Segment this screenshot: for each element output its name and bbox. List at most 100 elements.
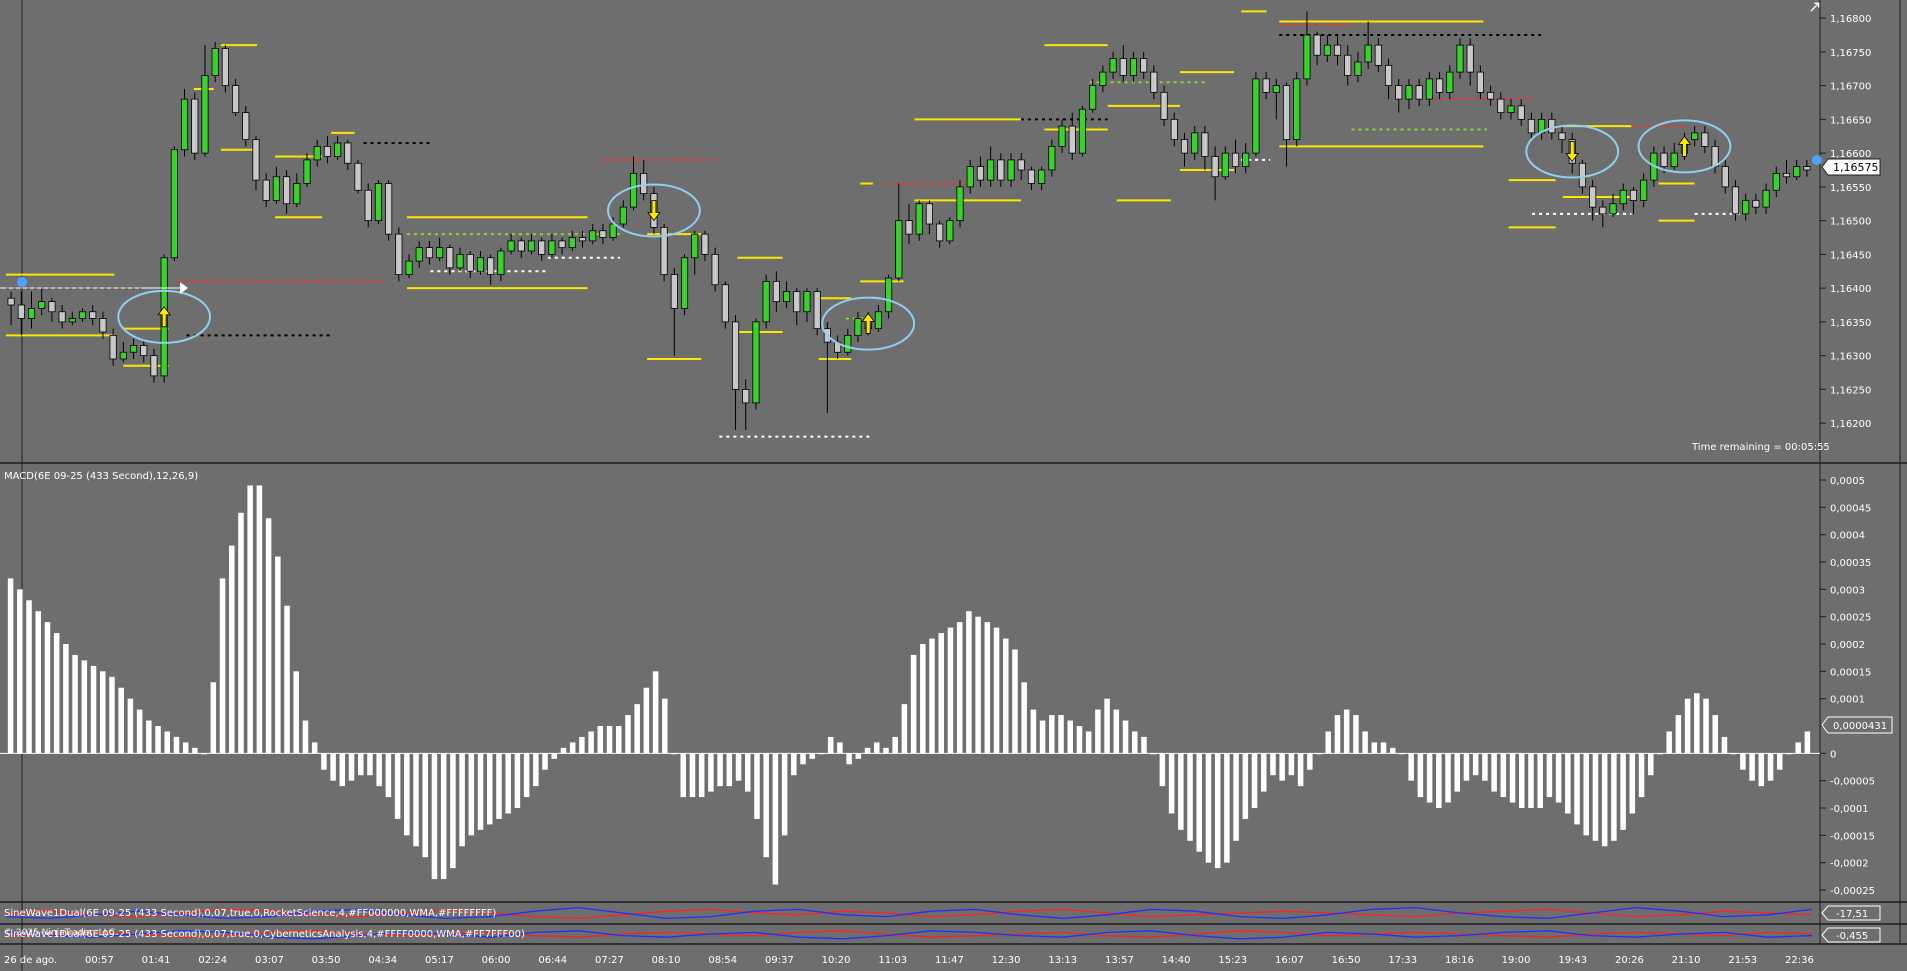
macd-bar — [311, 742, 318, 754]
macd-bar — [440, 753, 447, 880]
macd-tick-label: 0,0003 — [1830, 585, 1865, 596]
candle-body — [89, 311, 97, 319]
candle-body — [731, 321, 740, 390]
candle-body — [558, 240, 566, 249]
ninjatrader-chart-window[interactable]: 1,16800 1,16750 1,16700 1,16650 1,16600 1,165… — [0, 0, 1907, 971]
candle-body — [323, 145, 331, 157]
candle-body — [1762, 189, 1770, 208]
time-tick-label: 06:44 — [538, 955, 567, 966]
candle-body — [680, 257, 689, 309]
macd-bar — [431, 753, 438, 880]
macd-bar — [293, 671, 300, 754]
sine1-value-label: -17,51 — [1836, 909, 1868, 920]
macd-bar — [569, 742, 576, 754]
candle-body — [1384, 64, 1393, 87]
price-tick-label: 1,16200 — [1830, 419, 1871, 430]
time-tick-label: 17:33 — [1388, 955, 1417, 966]
candle-body — [762, 280, 770, 323]
candle-body — [150, 355, 158, 377]
macd-bar — [477, 753, 484, 830]
time-tick-label: 06:00 — [482, 955, 511, 966]
macd-bar — [615, 726, 622, 754]
candle-body — [466, 253, 474, 272]
candle-body — [1140, 58, 1148, 73]
macd-bar — [321, 753, 327, 770]
macd-bar — [1095, 709, 1101, 754]
candle-body — [1793, 166, 1801, 178]
sine1-value-marker: -17,51 — [1821, 905, 1881, 921]
candle-body — [1160, 91, 1168, 120]
candle-body — [527, 240, 536, 252]
candle-body — [201, 75, 209, 154]
macd-tick-label: 0,0001 — [1830, 695, 1865, 706]
macd-bar — [1500, 753, 1507, 798]
candle-body — [599, 230, 607, 238]
macd-bar — [763, 753, 769, 858]
macd-bar — [422, 753, 429, 858]
candle-body — [354, 162, 362, 191]
macd-bar — [883, 747, 889, 754]
candle-body — [78, 311, 87, 319]
candle-body — [782, 291, 791, 303]
candle-body — [670, 274, 678, 309]
candle-body — [415, 247, 423, 262]
macd-bar — [1408, 753, 1414, 781]
macd-tick-label: -0,00025 — [1830, 886, 1875, 897]
macd-tick-label: -0,00005 — [1830, 777, 1875, 788]
time-tick-label: 20:26 — [1615, 955, 1644, 966]
macd-bar — [99, 671, 106, 754]
candle-body — [660, 226, 668, 276]
macd-bar — [302, 720, 309, 754]
candle-body — [1333, 44, 1342, 56]
macd-bar — [1104, 698, 1110, 754]
candle-body — [476, 257, 485, 272]
candle-body — [1548, 118, 1556, 134]
macd-bar — [855, 753, 862, 759]
time-tick-label: 01:41 — [142, 955, 171, 966]
candle-body — [1415, 85, 1423, 100]
macd-bar — [1279, 753, 1285, 781]
candle-body — [497, 250, 505, 276]
candle-body — [1211, 156, 1219, 178]
macd-bar — [44, 622, 51, 754]
candle-body — [976, 166, 984, 181]
macd-bar — [1436, 753, 1442, 808]
candle-body — [1048, 145, 1056, 171]
macd-bar — [155, 726, 161, 754]
macd-bar — [468, 753, 475, 836]
macd-bar — [1795, 742, 1801, 754]
candle-body — [1272, 85, 1280, 93]
macd-bar — [90, 665, 97, 754]
macd-bar — [505, 753, 511, 814]
macd-bar — [1131, 731, 1138, 754]
candle-body — [1517, 105, 1525, 120]
macd-bar — [993, 627, 1000, 754]
macd-bar — [680, 753, 687, 798]
candle-body — [946, 220, 954, 242]
macd-bar — [726, 753, 733, 787]
macd-bar — [1776, 753, 1783, 770]
macd-bar — [1574, 753, 1580, 825]
macd-bar — [1546, 753, 1553, 798]
candle-body — [58, 311, 66, 323]
candle-body — [1731, 186, 1740, 215]
macd-bar — [1601, 753, 1608, 847]
candle-body — [293, 183, 301, 205]
candle-body — [374, 183, 382, 222]
candle-body — [691, 233, 699, 259]
candle-body — [334, 142, 342, 157]
candle-body — [313, 145, 321, 161]
macd-bar — [1417, 753, 1424, 798]
candle-body — [1323, 44, 1331, 56]
macd-bar — [35, 611, 42, 754]
macd-bar — [1463, 753, 1470, 781]
candle-body — [446, 247, 454, 269]
candle-body — [1660, 152, 1668, 168]
price-tick-label: 1,16700 — [1830, 82, 1871, 93]
macd-bar — [1113, 709, 1120, 754]
macd-bar — [781, 753, 788, 836]
macd-bar — [109, 676, 115, 754]
chart-canvas[interactable]: 1,168001,167501,167001,166501,166001,165… — [0, 0, 1907, 971]
candle-body — [1191, 132, 1199, 154]
candle-body — [854, 318, 862, 336]
